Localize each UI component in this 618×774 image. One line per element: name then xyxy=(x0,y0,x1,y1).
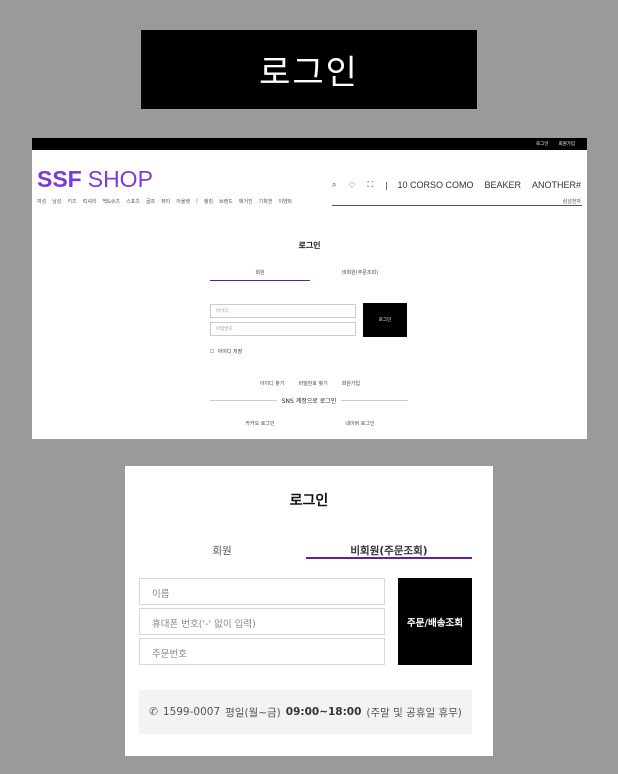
nav-item[interactable]: 매거진 xyxy=(239,198,253,205)
main-nav: 여성 남성 키즈 럭셔리 백&슈즈 스포츠 골프 뷰티 아울렛 | 랭킹 브랜드… xyxy=(32,194,587,208)
guest-order-lookup-card: 로그인 회원 비회원(주문조회) 이름 휴대폰 번호('-' 없이 입력) 주문… xyxy=(125,466,493,756)
social-login: 카카오 로그인 네이버 로그인 xyxy=(210,420,410,427)
brand-link[interactable]: BEAKER xyxy=(484,180,521,190)
shopping-bag-icon[interactable]: ⛶ xyxy=(368,180,374,190)
nav-item[interactable]: 랭킹 xyxy=(204,198,213,205)
find-password-link[interactable]: 비밀번호 찾기 xyxy=(298,380,327,387)
site-login-tabs: 회원 비회원(주문조회) xyxy=(210,269,410,281)
nav-item[interactable]: 키즈 xyxy=(67,198,76,205)
nav-item[interactable]: 골프 xyxy=(146,198,155,205)
cs-days: 평일(월~금) xyxy=(225,706,281,719)
find-id-link[interactable]: 아이디 찾기 xyxy=(260,380,285,387)
nav-item[interactable]: 스포츠 xyxy=(126,198,140,205)
id-input[interactable]: 아이디 xyxy=(210,304,356,318)
kakao-login-button[interactable]: 카카오 로그인 xyxy=(245,420,274,427)
nav-item-samsung[interactable]: 삼성전자 xyxy=(563,198,581,205)
name-field[interactable]: 이름 xyxy=(139,578,385,605)
page-heading-banner: 로그인 xyxy=(141,30,477,109)
nav-item[interactable]: 아울렛 xyxy=(176,198,190,205)
card-title: 로그인 xyxy=(289,493,329,509)
nav-item[interactable]: 남성 xyxy=(52,198,61,205)
phone-icon: ✆ xyxy=(149,706,158,718)
phone-field[interactable]: 휴대폰 번호('-' 없이 입력) xyxy=(139,608,385,635)
save-id-checkbox[interactable]: ☐ 아이디 저장 xyxy=(210,348,242,355)
brand-links: 10 CORSO COMO BEAKER ANOTHER# xyxy=(397,180,581,190)
brand-link[interactable]: 10 CORSO COMO xyxy=(397,180,473,190)
nav-item[interactable]: 이벤트 xyxy=(278,198,292,205)
account-links: 아이디 찾기 비밀번호 찾기 회원가입 xyxy=(210,380,410,387)
password-input[interactable]: 비밀번호 xyxy=(210,322,356,336)
tab-guest[interactable]: 비회원(주문조회) xyxy=(306,543,472,559)
nav-separator: | xyxy=(196,198,198,204)
ssf-shop-logo[interactable]: SSF SHOP xyxy=(37,166,153,193)
naver-login-button[interactable]: 네이버 로그인 xyxy=(345,420,374,427)
nav-item[interactable]: 백&슈즈 xyxy=(102,198,120,205)
nav-item[interactable]: 브랜드 xyxy=(219,198,233,205)
header-icons: ⌕ ♡ ⛶ | xyxy=(332,180,388,190)
heart-icon[interactable]: ♡ xyxy=(348,181,355,190)
nav-item[interactable]: 럭셔리 xyxy=(83,198,97,205)
tab-member[interactable]: 회원 xyxy=(139,543,305,559)
nav-item[interactable]: 뷰티 xyxy=(161,198,170,205)
divider-line xyxy=(341,400,408,401)
site-screenshot: 로그인 회원가입 SSF SHOP ⌕ ♡ ⛶ | 10 CORSO COMO B… xyxy=(32,138,587,439)
sns-login-divider: SNS 계정으로 로그인 xyxy=(210,396,408,405)
nav-item[interactable]: 기획전 xyxy=(259,198,273,205)
tab-member[interactable]: 회원 xyxy=(210,269,310,281)
cs-note: (주말 및 공휴일 휴무) xyxy=(366,706,462,719)
sns-label: SNS 계정으로 로그인 xyxy=(281,398,337,405)
customer-service-hours: ✆ 1599-0007 평일(월~금) 09:00~18:00 (주말 및 공휴… xyxy=(139,690,472,734)
search-icon[interactable]: ⌕ xyxy=(332,180,336,190)
order-lookup-button[interactable]: 주문/배송조회 xyxy=(398,578,472,665)
cs-phone-number: 1599-0007 xyxy=(162,706,221,718)
login-button[interactable]: 로그인 xyxy=(363,303,407,337)
save-id-label: 아이디 저장 xyxy=(217,349,243,355)
brand-link[interactable]: ANOTHER# xyxy=(532,180,581,190)
nav-item[interactable]: 여성 xyxy=(37,198,46,205)
divider-line xyxy=(210,400,277,401)
join-link[interactable]: 회원가입 xyxy=(342,380,360,387)
cs-time: 09:00~18:00 xyxy=(285,706,362,718)
top-utility-bar: 로그인 회원가입 xyxy=(32,138,587,150)
tab-guest[interactable]: 비회원(주문조회) xyxy=(310,269,410,281)
top-join-link[interactable]: 회원가입 xyxy=(558,141,575,147)
site-login-title: 로그인 xyxy=(298,241,321,250)
order-number-field[interactable]: 주문번호 xyxy=(139,638,385,665)
site-header: SSF SHOP ⌕ ♡ ⛶ | 10 CORSO COMO BEAKER ANO… xyxy=(32,150,587,206)
top-login-link[interactable]: 로그인 xyxy=(536,141,548,147)
header-separator: | xyxy=(385,180,388,190)
